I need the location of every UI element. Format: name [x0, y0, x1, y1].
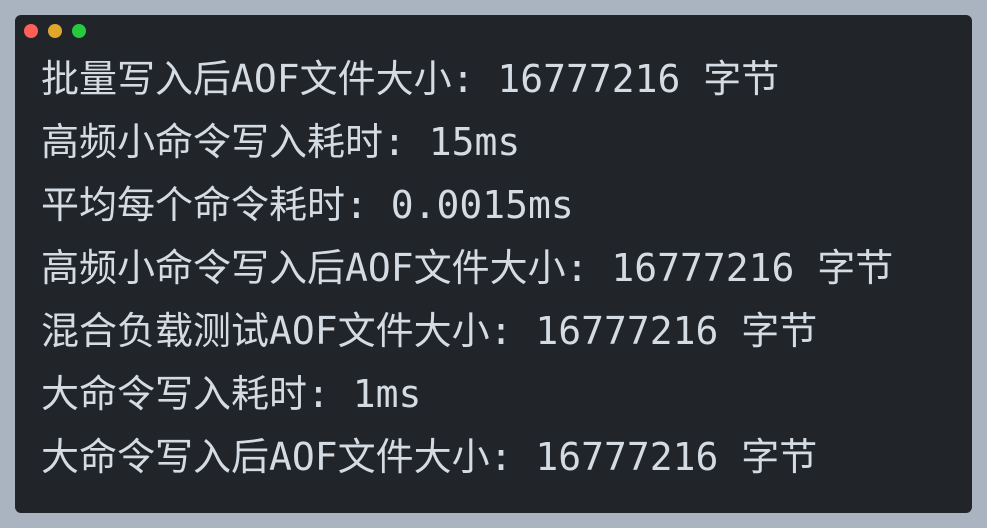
- maximize-window-icon[interactable]: [72, 24, 86, 38]
- window-titlebar: [15, 15, 972, 47]
- terminal-window: 批量写入后AOF文件大小: 16777216 字节 高频小命令写入耗时: 15m…: [15, 15, 972, 513]
- output-line: 混合负载测试AOF文件大小: 16777216 字节: [41, 309, 818, 353]
- output-line: 高频小命令写入后AOF文件大小: 16777216 字节: [41, 246, 894, 290]
- close-window-icon[interactable]: [24, 24, 38, 38]
- terminal-output[interactable]: 批量写入后AOF文件大小: 16777216 字节 高频小命令写入耗时: 15m…: [41, 55, 962, 496]
- output-line: 大命令写入耗时: 1ms: [41, 372, 422, 416]
- output-line: 平均每个命令耗时: 0.0015ms: [41, 183, 574, 227]
- output-line: 大命令写入后AOF文件大小: 16777216 字节: [41, 435, 818, 479]
- minimize-window-icon[interactable]: [48, 24, 62, 38]
- output-line: 批量写入后AOF文件大小: 16777216 字节: [41, 57, 780, 101]
- output-line: 高频小命令写入耗时: 15ms: [41, 120, 521, 164]
